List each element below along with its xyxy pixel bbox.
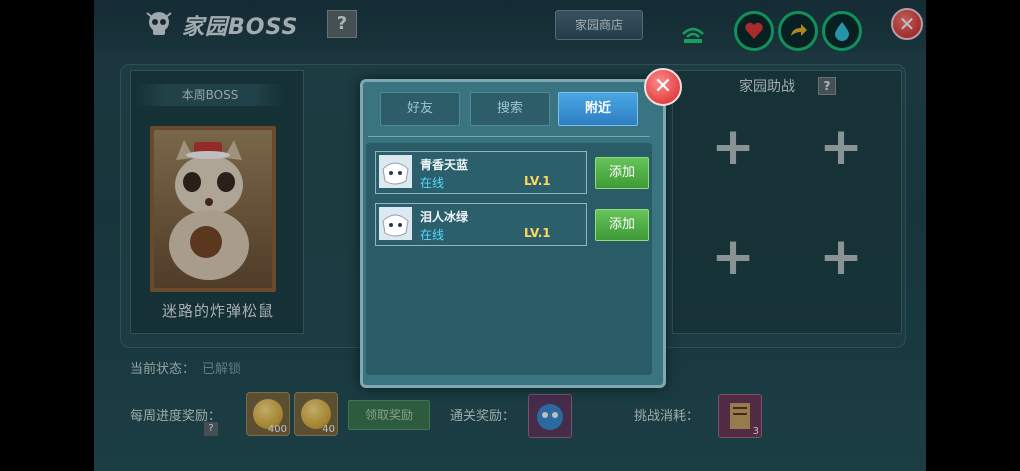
dialog-close-button[interactable]: ✕ [644, 68, 682, 106]
list-item[interactable]: 青香天蓝 在线 LV.1 [375, 151, 587, 194]
tab-divider [368, 136, 650, 137]
avatar [379, 207, 412, 240]
friend-name: 泪人冰绿 [420, 210, 469, 224]
tab-friends[interactable]: 好友 [380, 92, 460, 126]
avatar [379, 155, 412, 188]
anime-avatar-icon [382, 162, 409, 185]
tab-search[interactable]: 搜索 [470, 92, 550, 126]
friend-level: LV.1 [524, 174, 551, 188]
friend-level: LV.1 [524, 226, 551, 240]
add-friend-button[interactable]: 添加 [595, 157, 649, 189]
anime-avatar-icon [382, 214, 409, 237]
friend-status: 在线 [420, 176, 445, 190]
game-screen: 家园BOSS ? 家园商店 ✕ 本周BOSS 迷路的炸弹松鼠 家园助战 ? + … [94, 0, 926, 471]
tab-nearby[interactable]: 附近 [558, 92, 638, 126]
friend-name: 青香天蓝 [420, 158, 469, 172]
friend-status: 在线 [420, 228, 445, 242]
list-item[interactable]: 泪人冰绿 在线 LV.1 [375, 203, 587, 246]
add-friend-button[interactable]: 添加 [595, 209, 649, 241]
